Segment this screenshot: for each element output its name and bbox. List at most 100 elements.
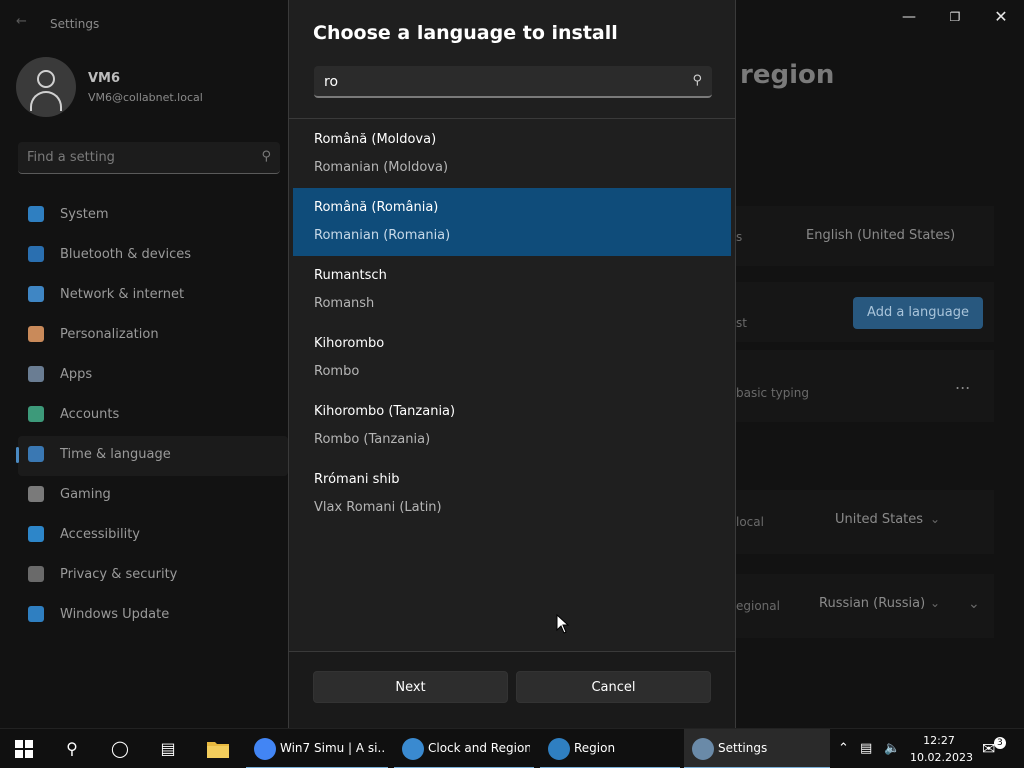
nav-icon [28,206,44,222]
language-native-name: Română (România) [314,200,439,215]
volume-icon[interactable]: 🔈 [884,729,900,768]
taskbar-app-gear[interactable]: Settings [684,729,830,768]
show-hidden-icons-icon[interactable]: ⌃ [838,729,849,768]
nav-icon [28,566,44,582]
taskbar-app-label: Win7 Simu | A si... [280,741,384,755]
sidebar-item-bluetooth-devices[interactable]: Bluetooth & devices [18,236,288,276]
nav-icon [28,246,44,262]
sidebar-nav: System Bluetooth & devices Network & inter… [16,196,288,636]
language-list-item[interactable]: Kihorombo (Tanzania) Rombo (Tanzania) [293,392,731,460]
taskbar: ⚲ ◯ ▤ Win7 Simu | A si... Clock and Regio… [0,728,1024,768]
start-button[interactable] [0,729,48,768]
taskbar-clock[interactable]: 12:27 10.02.2023 [910,732,973,766]
taskbar-app-label: Clock and Region [428,741,530,755]
sidebar-item-time-language[interactable]: Time & language [16,436,288,476]
language-list-item[interactable]: Română (Moldova) Romanian (Moldova) [293,120,731,188]
nav-icon [28,326,44,342]
sidebar-item-privacy-security[interactable]: Privacy & security [18,556,288,596]
clock-time: 12:27 [923,734,955,747]
taskbar-app-clock-region[interactable]: Clock and Region [394,729,534,768]
sidebar-item-label: Accounts [60,407,120,422]
sidebar-item-label: Personalization [60,327,159,342]
sidebar-item-label: Gaming [60,487,111,502]
more-options-icon[interactable]: ... [955,374,970,393]
task-view-icon[interactable]: ▤ [144,729,192,768]
network-icon[interactable]: ▤ [860,729,872,768]
language-search-box[interactable]: ⚲ [314,66,712,98]
settings-search-input[interactable]: Find a setting ⚲ [18,142,280,174]
sidebar-item-windows-update[interactable]: Windows Update [18,596,288,636]
choose-language-dialog: Choose a language to install ⚲ Română (M… [288,0,736,728]
windows-logo-icon [15,740,33,758]
language-native-name: Română (Moldova) [314,132,437,147]
sidebar-item-label: Windows Update [60,607,170,622]
file-explorer-button[interactable] [194,729,242,768]
add-language-button[interactable]: Add a language [853,297,983,329]
language-english-name: Rombo [314,364,360,379]
user-email: VM6@collabnet.local [88,91,203,104]
search-icon[interactable]: ⚲ [48,729,96,768]
chevron-down-icon: ⌄ [930,512,941,526]
nav-icon [28,526,44,542]
sidebar-item-accessibility[interactable]: Accessibility [18,516,288,556]
language-english-name: Romanian (Moldova) [314,160,449,175]
clock-date: 10.02.2023 [910,751,973,764]
next-button[interactable]: Next [313,671,508,703]
country-select[interactable]: United States [835,512,923,527]
expand-chevron-icon[interactable]: ⌄ [968,596,980,612]
language-native-name: Rrómani shib [314,472,400,487]
minimize-button[interactable]: — [886,6,932,28]
cancel-button[interactable]: Cancel [516,671,711,703]
mouse-cursor-icon [556,614,570,634]
sidebar-item-label: Bluetooth & devices [60,247,191,262]
notifications-button[interactable]: ✉ 3 [982,729,1006,768]
language-list-item[interactable]: Kihorombo Rombo [293,324,731,392]
language-list-item[interactable]: Rumantsch Romansh [293,256,731,324]
sidebar-item-label: Network & internet [60,287,185,302]
language-native-name: Kihorombo [314,336,385,351]
taskbar-app-label: Region [574,741,616,755]
sidebar-item-personalization[interactable]: Personalization [18,316,288,356]
nav-icon [28,366,44,382]
sidebar-item-network-internet[interactable]: Network & internet [18,276,288,316]
sidebar-item-gaming[interactable]: Gaming [18,476,288,516]
taskbar-app-chrome[interactable]: Win7 Simu | A si... [246,729,388,768]
nav-icon [28,406,44,422]
window-title: Settings [50,17,100,31]
nav-icon [28,446,44,462]
globe-icon [548,738,570,760]
back-arrow-icon[interactable]: ← [16,14,27,29]
sidebar-item-accounts[interactable]: Accounts [18,396,288,436]
cortana-icon[interactable]: ◯ [96,729,144,768]
clock-region-icon [402,738,424,760]
language-search-input[interactable] [324,72,664,92]
sidebar-item-label: Time & language [60,447,171,462]
nav-icon [28,286,44,302]
language-native-name: Kihorombo (Tanzania) [314,404,456,419]
maximize-button[interactable]: ❐ [932,6,978,28]
taskbar-app-globe[interactable]: Region [540,729,680,768]
sidebar-item-label: Accessibility [60,527,140,542]
active-indicator [16,447,19,463]
language-list-item[interactable]: Română (România) Romanian (Romania) [293,188,731,256]
preferred-languages-fragment: st [736,316,747,330]
divider [289,118,735,119]
chrome-icon [254,738,276,760]
close-button[interactable]: ✕ [978,6,1024,28]
language-english-name: Rombo (Tanzania) [314,432,431,447]
language-list: Română (Moldova) Romanian (Moldova) Română… [293,120,731,528]
avatar[interactable] [16,57,76,117]
language-english-name: Vlax Romani (Latin) [314,500,442,515]
nav-icon [28,486,44,502]
search-icon: ⚲ [692,73,702,88]
sidebar-item-system[interactable]: System [18,196,288,236]
folder-icon [207,742,229,758]
language-list-item[interactable]: Rrómani shib Vlax Romani (Latin) [293,460,731,528]
sidebar-item-apps[interactable]: Apps [18,356,288,396]
sidebar-item-label: System [60,207,109,222]
settings-search-placeholder: Find a setting [27,150,115,165]
gear-icon [692,738,714,760]
display-language-select[interactable]: English (United States) [806,228,955,243]
regional-format-select[interactable]: Russian (Russia) [819,596,925,611]
sidebar-item-label: Apps [60,367,93,382]
